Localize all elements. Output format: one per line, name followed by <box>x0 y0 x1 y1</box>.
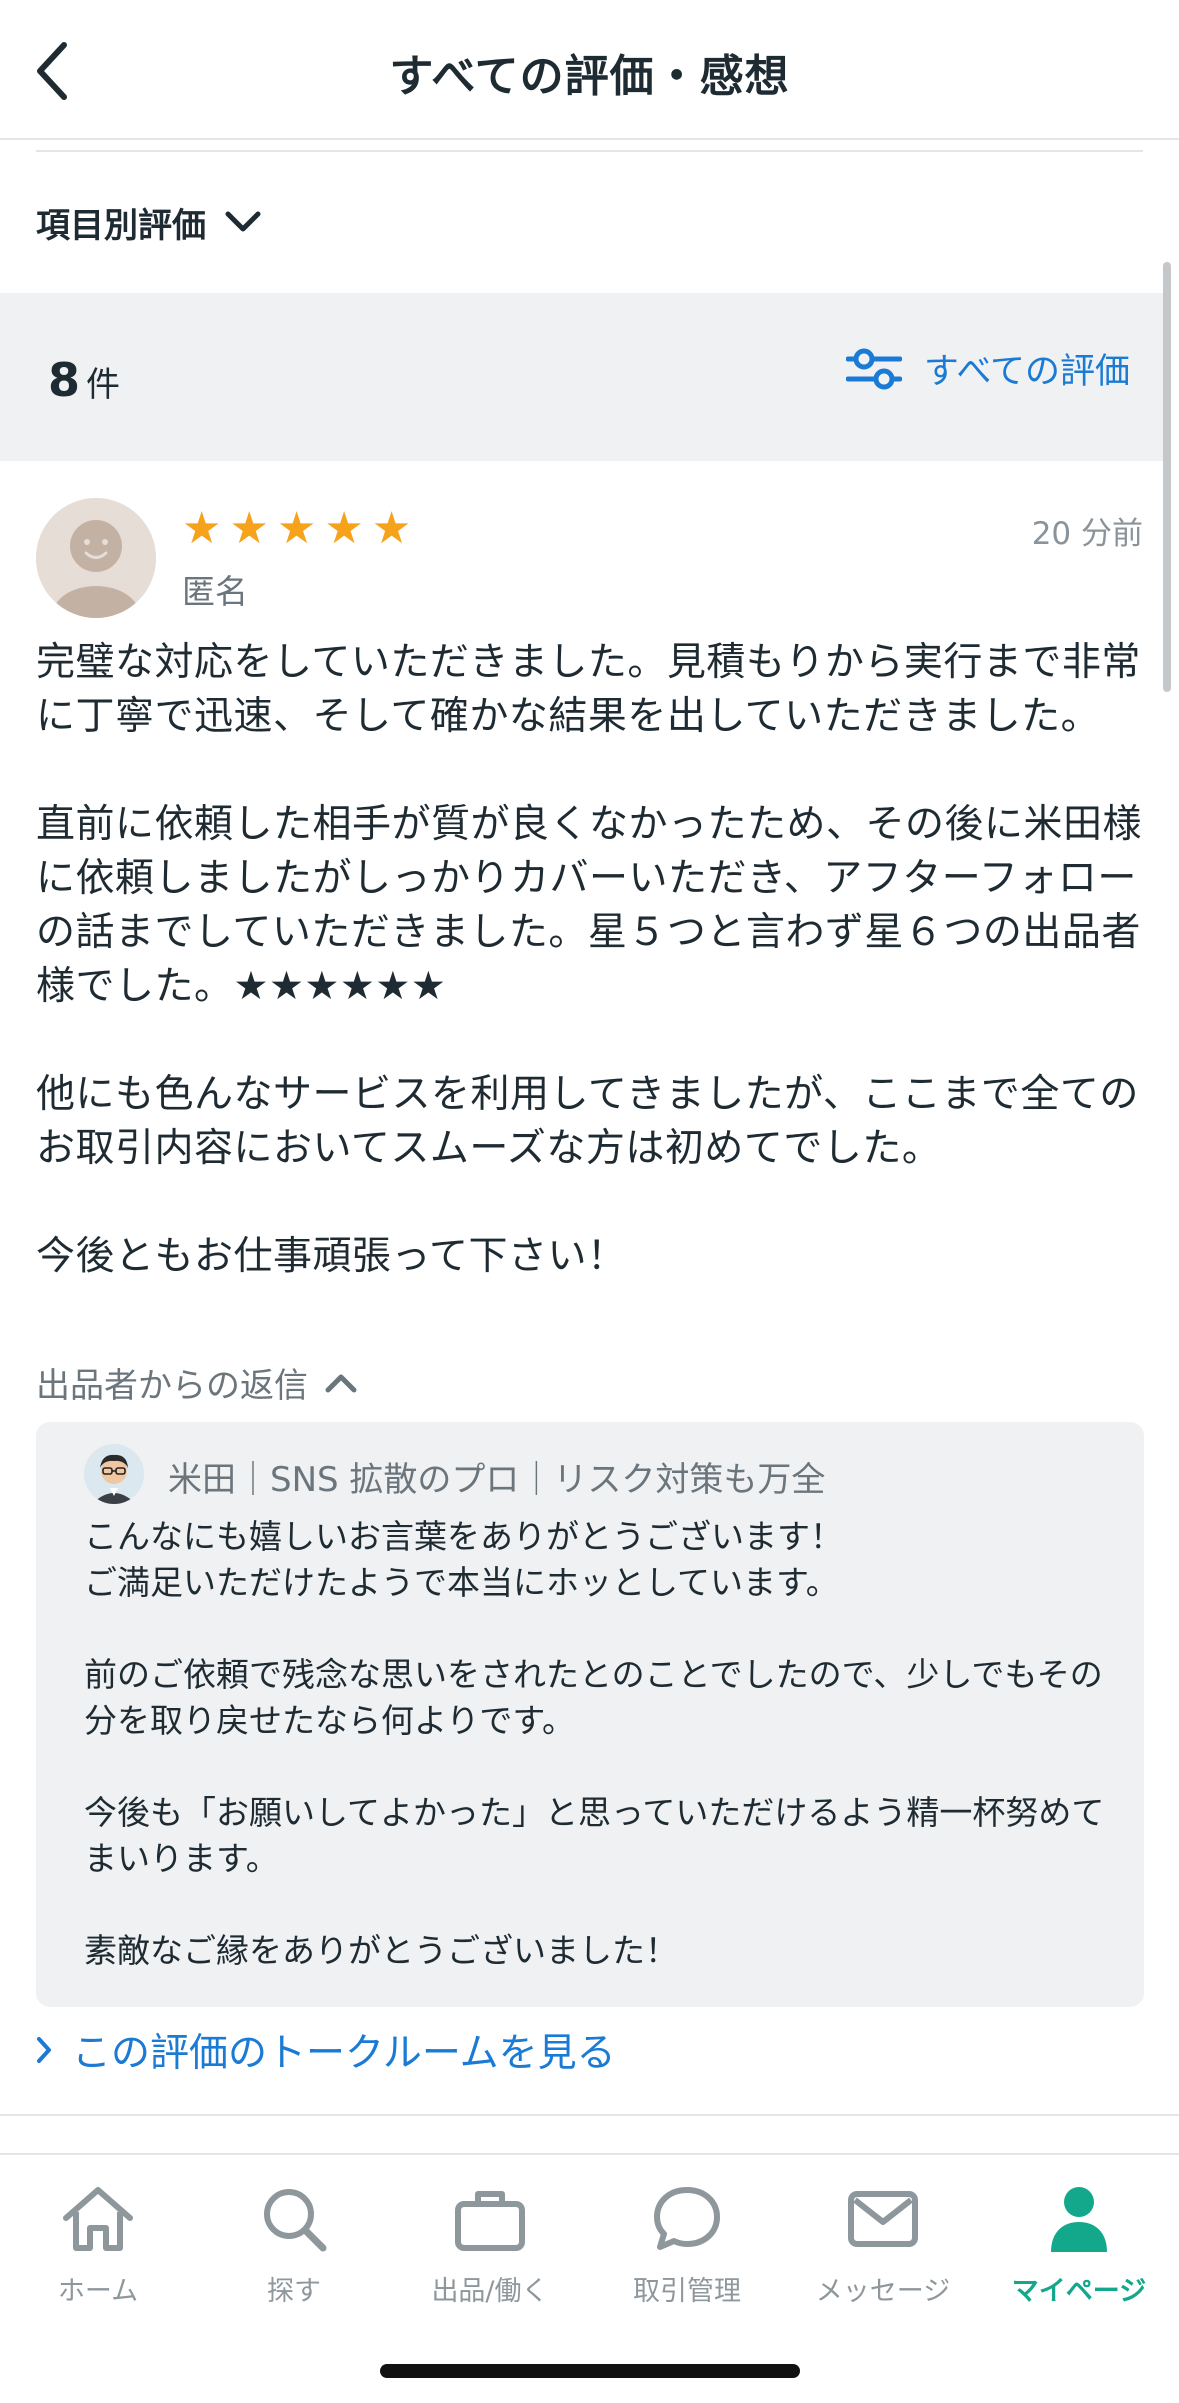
tab-label: 取引管理 <box>633 2276 741 2307</box>
seller-reply-toggle[interactable]: 出品者からの返信 <box>36 1358 358 1407</box>
rating-stars: ★ ★ ★ ★ ★ <box>182 504 411 554</box>
reply-paragraph: こんなにも嬉しいお言葉をありがとうございます！ ご満足いただけたようで本当にホッ… <box>84 1517 843 1602</box>
seller-portrait-icon <box>84 1444 144 1504</box>
view-talkroom-link[interactable]: この評価のトークルームを見る <box>36 2022 616 2078</box>
tab-mypage[interactable]: マイページ <box>981 2183 1177 2313</box>
tab-label: ホーム <box>57 2276 139 2307</box>
tab-search[interactable]: 探す <box>196 2183 392 2313</box>
header-bar: すべての評価・感想 <box>0 0 1179 140</box>
home-icon <box>63 2187 133 2251</box>
tab-label: 探す <box>267 2276 321 2307</box>
filter-all-ratings-button[interactable]: すべての評価 <box>845 343 1130 394</box>
tab-transactions[interactable]: 取引管理 <box>589 2183 785 2313</box>
anonymous-user-icon <box>36 498 156 618</box>
reviewer-name: 匿名 <box>182 572 248 611</box>
seller-name: 米田｜SNS 拡散のプロ｜リスク対策も万全 <box>168 1460 826 1500</box>
tab-label: 出品/働く <box>431 2276 549 2307</box>
reply-paragraph: 前のご依頼で残念な思いをされたとのことでしたので、少しでもその分を取り戻せたなら… <box>84 1655 1103 1740</box>
category-ratings-label: 項目別評価 <box>36 205 206 246</box>
star-icon: ★ <box>182 503 222 554</box>
seller-reply-box: 米田｜SNS 拡散のプロ｜リスク対策も万全 こんなにも嬉しいお言葉をありがとうご… <box>36 1422 1144 2007</box>
tab-sell-work[interactable]: 出品/働く <box>392 2183 588 2313</box>
review-paragraph: 今後ともお仕事頑張って下さい！ <box>36 1234 627 1279</box>
review-count-bar: 8 件 すべての評価 <box>0 293 1164 461</box>
briefcase-icon <box>455 2191 525 2251</box>
home-indicator[interactable] <box>380 2364 800 2378</box>
envelope-icon <box>848 2191 918 2247</box>
review-count-number: 8 <box>48 353 81 407</box>
chevron-up-icon <box>325 1374 357 1392</box>
chevron-right-icon <box>37 2037 51 2063</box>
page-title: すべての評価・感想 <box>389 51 790 102</box>
view-talkroom-label: この評価のトークルームを見る <box>72 2031 616 2076</box>
review-count-unit: 件 <box>86 365 121 405</box>
star-icon: ★ <box>229 503 269 554</box>
tab-label: メッセージ <box>815 2276 951 2307</box>
seller-reply-toggle-label: 出品者からの返信 <box>36 1366 308 1406</box>
person-icon <box>1051 2187 1107 2252</box>
review-paragraph: 完璧な対応をしていただきました。見積もりから実行まで非常に丁寧で迅速、そして確か… <box>36 640 1141 739</box>
search-icon <box>264 2189 327 2252</box>
divider <box>36 150 1143 152</box>
reply-paragraph: 今後も「お願いしてよかった」と思っていただけるよう精一杯努めてまいります。 <box>84 1793 1105 1878</box>
chevron-down-icon <box>225 211 261 232</box>
reviewer-avatar <box>36 498 156 618</box>
filter-label: すべての評価 <box>923 352 1130 392</box>
chat-bubble-icon <box>654 2187 720 2250</box>
tab-label: マイページ <box>1011 2276 1147 2307</box>
tab-home[interactable]: ホーム <box>0 2183 196 2313</box>
review-text: 完璧な対応をしていただきました。見積もりから実行まで非常に丁寧で迅速、そして確か… <box>36 636 1146 1284</box>
reply-paragraph: 素敵なご縁をありがとうございました！ <box>84 1931 678 1970</box>
review-count: 8 件 <box>48 353 120 407</box>
tab-messages[interactable]: メッセージ <box>785 2183 981 2313</box>
seller-reply-text: こんなにも嬉しいお言葉をありがとうございます！ ご満足いただけたようで本当にホッ… <box>84 1514 1114 1974</box>
star-icon: ★ <box>324 503 364 554</box>
review-paragraph: 他にも色んなサービスを利用してきましたが、ここまで全てのお取引内容においてスムー… <box>36 1072 1139 1171</box>
seller-avatar <box>84 1444 144 1504</box>
review-paragraph: 直前に依頼した相手が質が良くなかったため、その後に米田様に依頼しましたがしっかり… <box>36 802 1143 1009</box>
category-ratings-toggle[interactable]: 項目別評価 <box>36 196 262 248</box>
review-time: 20 分前 <box>1031 516 1143 552</box>
star-icon: ★ <box>276 503 317 554</box>
divider <box>0 2114 1179 2116</box>
star-icon: ★ <box>371 503 412 554</box>
sliders-icon <box>845 348 902 389</box>
scrollbar[interactable] <box>1163 262 1171 692</box>
